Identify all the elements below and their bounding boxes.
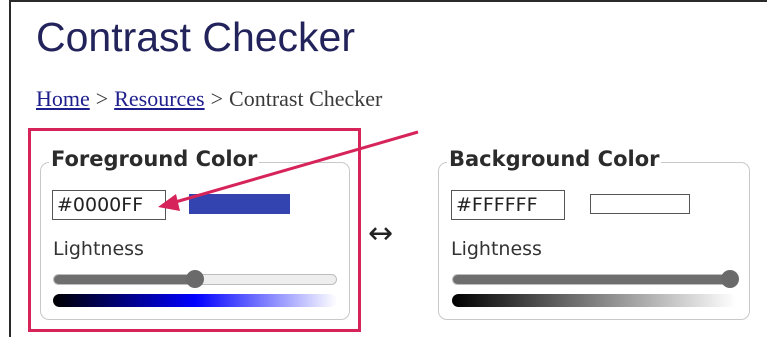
pointer-arrow-icon bbox=[158, 130, 419, 211]
